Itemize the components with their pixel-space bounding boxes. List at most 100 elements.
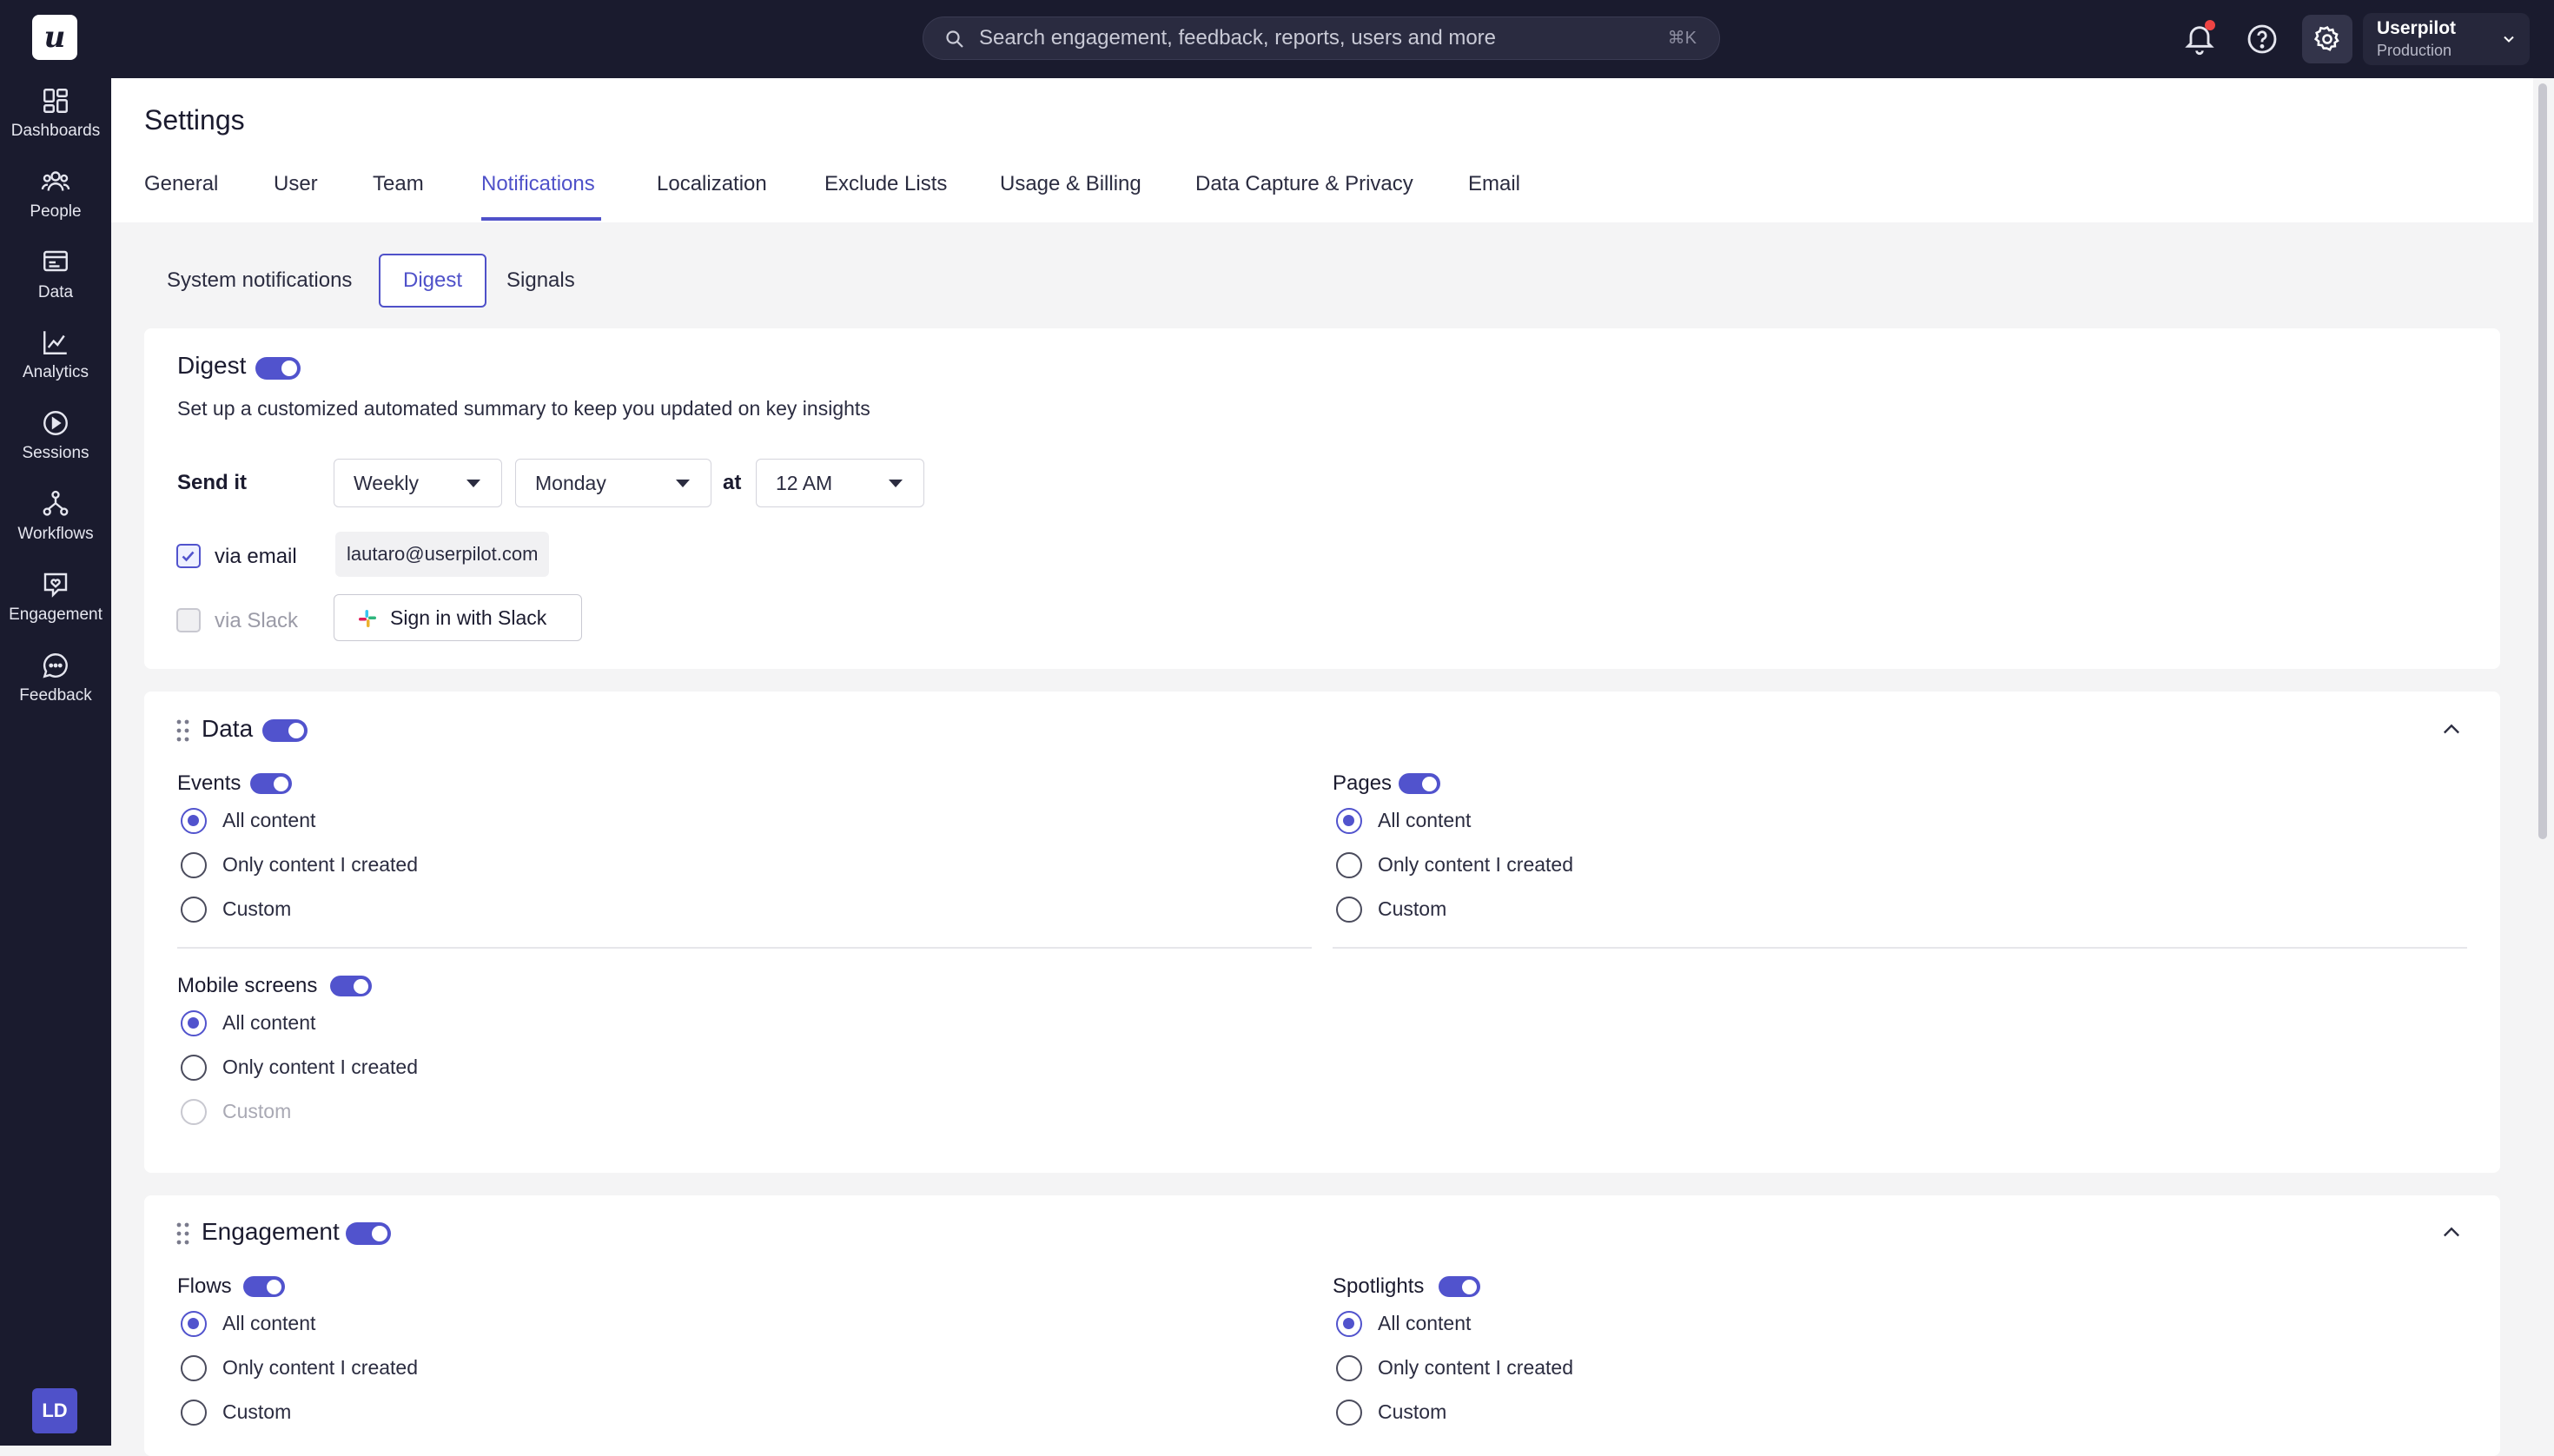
events-radio-mine[interactable] <box>181 852 207 878</box>
spotlights-option-all: All content <box>1378 1312 1472 1334</box>
sidebar-label: People <box>30 202 82 221</box>
pages-option-custom: Custom <box>1378 897 1447 920</box>
settings-button[interactable] <box>2302 15 2352 63</box>
subtab-digest[interactable]: Digest <box>379 254 487 308</box>
sidebar-item-engagement[interactable]: Engagement <box>0 562 111 635</box>
spotlights-option-mine: Only content I created <box>1378 1356 1574 1379</box>
digest-description: Set up a customized automated summary to… <box>177 397 870 420</box>
events-radio-all[interactable] <box>181 808 207 834</box>
tab-usage-billing[interactable]: Usage & Billing <box>1000 172 1141 196</box>
pages-toggle[interactable] <box>1399 773 1440 794</box>
pages-radio-all[interactable] <box>1336 808 1362 834</box>
subtab-system-notifications[interactable]: System notifications <box>167 254 352 308</box>
search-placeholder: Search engagement, feedback, reports, us… <box>979 26 1497 50</box>
active-tab-indicator <box>481 217 601 221</box>
chevron-up-icon[interactable] <box>2438 718 2465 742</box>
logo-letter: u <box>43 20 66 55</box>
sidebar-item-feedback[interactable]: Feedback <box>0 643 111 716</box>
frequency-select[interactable]: Weekly <box>334 459 502 507</box>
data-section-title: Data <box>202 715 254 742</box>
mobile-screens-toggle[interactable] <box>330 976 372 996</box>
account-name: Userpilot <box>2377 18 2457 38</box>
tab-user[interactable]: User <box>274 172 318 196</box>
spotlights-radio-custom[interactable] <box>1336 1400 1362 1426</box>
pages-radio-mine[interactable] <box>1336 852 1362 878</box>
sidebar-label: Feedback <box>19 686 92 705</box>
flows-radio-custom[interactable] <box>181 1400 207 1426</box>
tab-general[interactable]: General <box>144 172 218 196</box>
via-slack-checkbox[interactable] <box>176 608 201 632</box>
tab-team[interactable]: Team <box>373 172 424 196</box>
via-email-checkbox[interactable] <box>176 544 201 568</box>
caret-down-icon <box>676 480 690 487</box>
mobile-option-custom: Custom <box>222 1100 292 1122</box>
engagement-toggle[interactable] <box>346 1222 391 1245</box>
search-shortcut: ⌘K <box>1667 29 1697 48</box>
account-environment: Production <box>2377 42 2452 59</box>
sidebar-item-workflows[interactable]: Workflows <box>0 481 111 554</box>
subtab-signals[interactable]: Signals <box>506 254 575 308</box>
sidebar-item-analytics[interactable]: Analytics <box>0 320 111 393</box>
spotlights-radio-mine[interactable] <box>1336 1355 1362 1381</box>
digest-toggle[interactable] <box>255 357 301 380</box>
tab-exclude-lists[interactable]: Exclude Lists <box>824 172 947 196</box>
mobile-radio-all[interactable] <box>181 1010 207 1036</box>
page-scrollbar[interactable] <box>2538 83 2547 839</box>
mobile-option-mine: Only content I created <box>222 1056 419 1078</box>
events-radio-custom[interactable] <box>181 897 207 923</box>
sessions-icon <box>43 411 68 435</box>
notifications-button[interactable] <box>2182 20 2217 56</box>
account-switcher[interactable]: Userpilot Production <box>2363 13 2530 65</box>
flows-radio-all[interactable] <box>181 1311 207 1337</box>
mobile-radio-mine[interactable] <box>181 1055 207 1081</box>
sidebar-label: Data <box>37 283 74 301</box>
divider <box>1333 947 2467 949</box>
email-field[interactable]: lautaro@userpilot.com <box>335 532 550 577</box>
sidebar-label: Workflows <box>17 525 94 543</box>
pages-radio-custom[interactable] <box>1336 897 1362 923</box>
events-label: Events <box>177 771 242 795</box>
data-toggle[interactable] <box>262 719 308 742</box>
send-it-label: Send it <box>177 471 248 494</box>
search-icon <box>946 30 963 48</box>
tab-notifications[interactable]: Notifications <box>481 172 595 196</box>
page-title: Settings <box>144 104 245 136</box>
digest-title: Digest <box>177 352 247 379</box>
chevron-up-icon[interactable] <box>2438 1221 2465 1245</box>
help-button[interactable] <box>2245 22 2279 56</box>
flows-radio-mine[interactable] <box>181 1355 207 1381</box>
sidebar-item-dashboards[interactable]: Dashboards <box>0 78 111 151</box>
workflows-icon <box>43 490 69 516</box>
events-option-mine: Only content I created <box>222 853 419 876</box>
drag-handle-icon[interactable] <box>175 718 191 743</box>
sidebar-label: Analytics <box>22 363 89 381</box>
sidebar-item-data[interactable]: Data <box>0 240 111 313</box>
tab-email[interactable]: Email <box>1468 172 1520 196</box>
events-option-all: All content <box>222 809 316 831</box>
mobile-radio-custom <box>181 1099 207 1125</box>
tab-data-capture-privacy[interactable]: Data Capture & Privacy <box>1195 172 1413 196</box>
sign-in-slack-button[interactable]: Sign in with Slack <box>334 594 582 641</box>
spotlights-toggle[interactable] <box>1439 1276 1480 1297</box>
events-toggle[interactable] <box>250 773 292 794</box>
spotlights-option-custom: Custom <box>1378 1400 1447 1423</box>
dashboard-icon <box>43 89 68 113</box>
day-select[interactable]: Monday <box>515 459 711 507</box>
global-search[interactable]: Search engagement, feedback, reports, us… <box>923 17 1720 60</box>
analytics-icon <box>43 331 67 354</box>
sidebar-label: Sessions <box>22 444 89 462</box>
sidebar-item-people[interactable]: People <box>0 159 111 232</box>
flows-toggle[interactable] <box>243 1276 285 1297</box>
mobile-screens-label: Mobile screens <box>177 974 318 997</box>
gear-icon <box>2313 25 2339 51</box>
data-icon <box>43 250 68 272</box>
drag-handle-icon[interactable] <box>175 1221 191 1246</box>
user-avatar[interactable]: LD <box>32 1388 77 1433</box>
tab-localization[interactable]: Localization <box>657 172 767 196</box>
sidebar-item-sessions[interactable]: Sessions <box>0 400 111 473</box>
spotlights-radio-all[interactable] <box>1336 1311 1362 1337</box>
check-icon <box>182 551 195 562</box>
userpilot-logo[interactable]: u <box>32 15 77 60</box>
mobile-option-all: All content <box>222 1011 316 1034</box>
time-select[interactable]: 12 AM <box>756 459 924 507</box>
